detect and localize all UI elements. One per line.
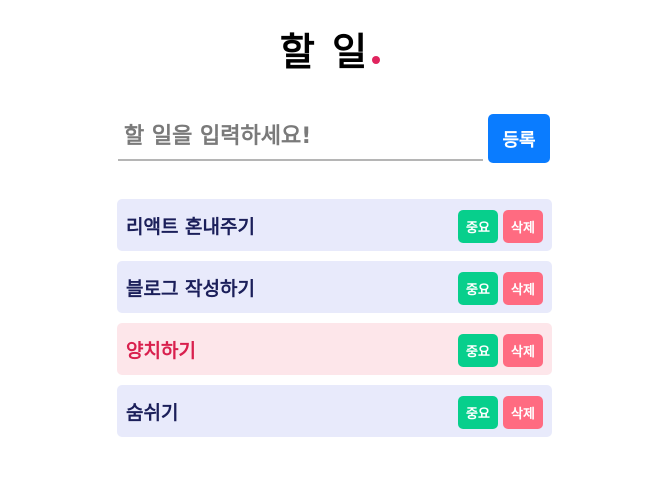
todo-text: 블로그 작성하기 xyxy=(126,278,255,300)
delete-button[interactable]: 삭제 xyxy=(503,272,543,305)
todo-input[interactable] xyxy=(118,113,483,161)
todo-item: 블로그 작성하기 중요 삭제 xyxy=(117,261,552,313)
todo-text: 숨쉬기 xyxy=(126,402,179,424)
delete-button[interactable]: 삭제 xyxy=(503,210,543,243)
mark-important-button[interactable]: 중요 xyxy=(458,272,498,305)
todo-item-important: 양치하기 중요 삭제 xyxy=(117,323,552,375)
todo-app: 할 일 등록 리액트 혼내주기 중요 삭제 블로그 작성하기 중요 삭제 양치하… xyxy=(0,0,660,477)
todo-item: 리액트 혼내주기 중요 삭제 xyxy=(117,199,552,251)
add-todo-button[interactable]: 등록 xyxy=(488,114,550,163)
todo-text: 양치하기 xyxy=(126,340,196,362)
mark-important-button[interactable]: 중요 xyxy=(458,334,498,367)
delete-button[interactable]: 삭제 xyxy=(503,334,543,367)
todo-item: 숨쉬기 중요 삭제 xyxy=(117,385,552,437)
page-title-text: 할 일 xyxy=(279,30,370,74)
mark-important-button[interactable]: 중요 xyxy=(458,210,498,243)
delete-button[interactable]: 삭제 xyxy=(503,396,543,429)
title-dot-decoration xyxy=(372,56,381,64)
mark-important-button[interactable]: 중요 xyxy=(458,396,498,429)
page-title: 할 일 xyxy=(0,24,660,80)
todo-list: 리액트 혼내주기 중요 삭제 블로그 작성하기 중요 삭제 양치하기 중요 삭제… xyxy=(117,199,552,447)
todo-text: 리액트 혼내주기 xyxy=(126,216,255,238)
todo-form: 등록 xyxy=(118,113,550,163)
